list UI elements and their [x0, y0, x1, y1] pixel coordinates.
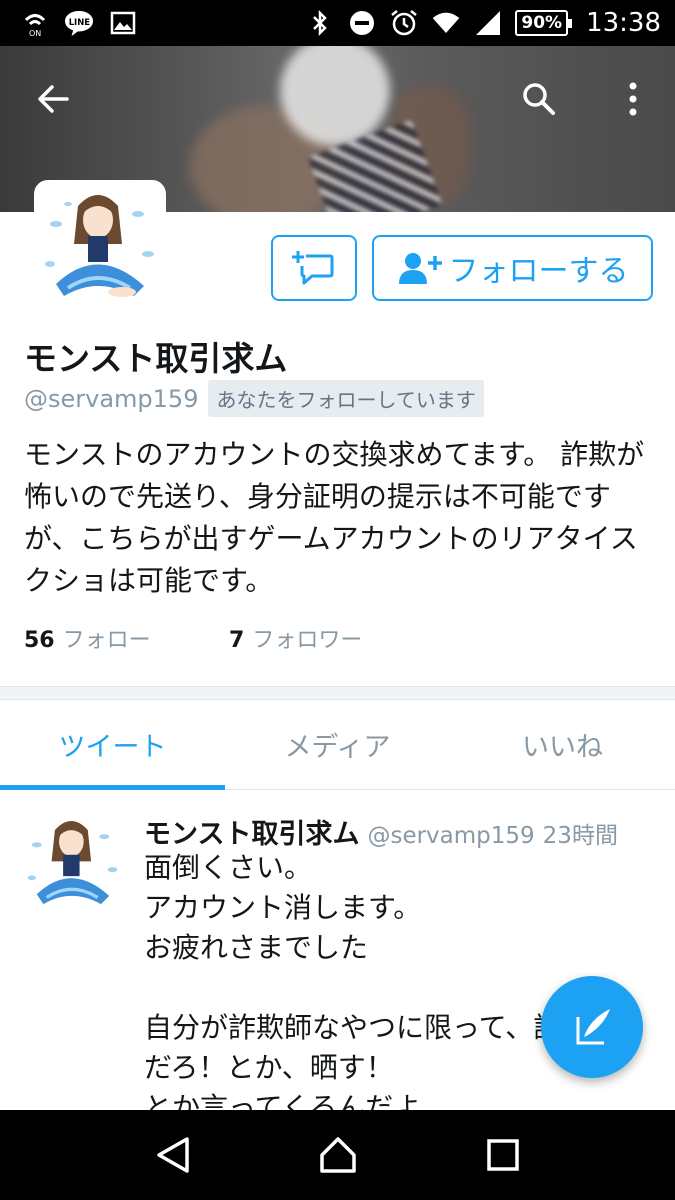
tweet-line: 面倒くさい。: [144, 851, 313, 884]
avatar-image: [38, 184, 162, 308]
wifi-calling-icon: ON: [20, 8, 50, 38]
svg-text:ON: ON: [29, 29, 41, 38]
profile-handle: @servamp159: [24, 384, 199, 413]
compose-icon: [576, 1009, 610, 1045]
more-options-button[interactable]: [608, 74, 658, 124]
alarm-icon: [389, 8, 419, 38]
profile-tabs: ツイート メディア いいね: [0, 700, 675, 790]
tweet-avatar[interactable]: [22, 812, 124, 914]
search-button[interactable]: [514, 74, 564, 124]
followers-count: 7: [229, 628, 245, 653]
follows-you-badge: あなたをフォローしています: [208, 380, 484, 417]
profile-bio: モンストのアカウントの交換求めてます。 詐欺が怖いので先送り、身分証明の提示は不…: [24, 438, 645, 597]
system-recents-button[interactable]: [473, 1125, 533, 1185]
add-user-icon: [398, 253, 442, 284]
signal-icon: [473, 8, 503, 38]
compose-tweet-button[interactable]: [541, 976, 643, 1078]
line-app-icon: LINE: [64, 8, 94, 38]
recents-icon: [486, 1139, 519, 1171]
following-count: 56: [24, 628, 55, 653]
followers-stat[interactable]: 7 フォロワー: [229, 622, 362, 654]
handle-row: @servamp159 あなたをフォローしています: [24, 380, 484, 417]
tweet-line: アカウント消します。: [144, 891, 422, 924]
tab-likes[interactable]: いいね: [450, 700, 675, 789]
status-bar: ON LINE 90% 13:38: [0, 0, 675, 46]
triangle-back-icon: [156, 1137, 189, 1173]
system-nav-bar: [0, 1110, 675, 1200]
section-divider: [0, 686, 675, 700]
tweet-author-name: モンスト取引求ム: [144, 819, 360, 850]
follow-button[interactable]: フォローする: [372, 235, 653, 301]
battery-icon: 90%: [515, 10, 572, 36]
avatar-image: [22, 812, 124, 914]
home-icon: [319, 1137, 356, 1173]
svg-text:LINE: LINE: [69, 17, 91, 27]
tweet-timestamp: 23時間: [542, 823, 618, 849]
tweet-line: お疲れさまでした: [144, 931, 369, 964]
profile-name: モンスト取引求ム: [24, 339, 288, 378]
banner-shape: [280, 46, 390, 146]
message-plus-icon: [292, 251, 334, 285]
arrow-left-icon: [38, 85, 69, 113]
tweet-header: モンスト取引求ム @servamp159 23時間: [144, 812, 618, 851]
tweet-author-handle: @servamp159: [367, 823, 535, 849]
following-stat[interactable]: 56 フォロー: [24, 622, 229, 654]
tab-media[interactable]: メディア: [225, 700, 450, 789]
system-home-button[interactable]: [308, 1125, 368, 1185]
profile-avatar[interactable]: [34, 180, 166, 312]
back-button[interactable]: [28, 74, 78, 124]
tab-tweets[interactable]: ツイート: [0, 700, 225, 790]
bluetooth-icon: [305, 8, 335, 38]
gallery-icon: [108, 8, 138, 38]
message-button[interactable]: [271, 235, 357, 301]
do-not-disturb-icon: [347, 8, 377, 38]
wifi-icon: [431, 8, 461, 38]
system-back-button[interactable]: [143, 1125, 203, 1185]
more-vertical-icon: [629, 82, 637, 116]
followers-label: フォロワー: [252, 628, 363, 653]
search-icon: [523, 83, 555, 115]
follow-button-label: フォローする: [448, 254, 629, 289]
profile-stats: 56 フォロー 7 フォロワー: [24, 622, 362, 654]
clock: 13:38: [586, 8, 661, 38]
following-label: フォロー: [62, 628, 151, 653]
